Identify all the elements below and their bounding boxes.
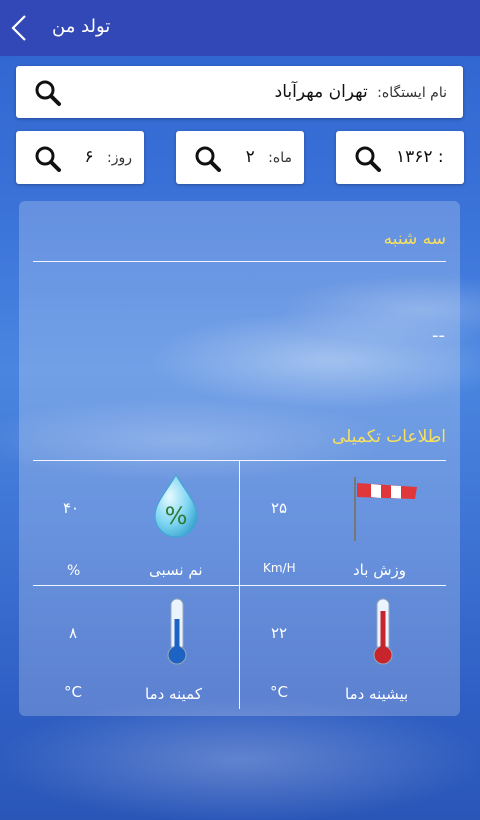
max-temp-value: ۲۲ <box>271 624 288 642</box>
month-value: ۲ <box>245 147 255 167</box>
station-value: تهران مهرآباد <box>274 82 368 102</box>
min-temp-unit: °C <box>64 683 82 701</box>
search-icon[interactable] <box>34 145 62 173</box>
humidity-icon-text: % <box>165 502 188 530</box>
month-field[interactable]: ماه: ۲ <box>176 131 304 184</box>
min-temp-value: ۸ <box>69 624 78 642</box>
weather-summary: -- <box>432 325 445 346</box>
back-button[interactable] <box>4 10 34 46</box>
year-value: ۱۳۶۲ : <box>396 147 444 167</box>
wind-unit: Km/H <box>263 561 296 575</box>
year-text: ۱۳۶۲ : <box>396 147 444 167</box>
max-temp-label: بیشینه دما <box>345 685 409 703</box>
extra-info-title: اطلاعات تکمیلی <box>331 427 446 447</box>
search-icon[interactable] <box>354 145 382 173</box>
app-header: تولد من <box>0 0 480 56</box>
thermometer-cold-icon <box>167 598 187 665</box>
page-title: تولد من <box>52 16 111 37</box>
month-text: ماه: ۲ <box>246 147 292 167</box>
search-icon[interactable] <box>34 79 62 107</box>
thermometer-hot-icon <box>373 598 393 665</box>
humidity-value: ۴۰ <box>63 499 80 517</box>
wind-label: وزش باد <box>353 561 406 579</box>
search-icon[interactable] <box>194 145 222 173</box>
day-text: روز: ۶ <box>84 147 132 167</box>
water-drop-icon: % <box>154 473 198 538</box>
station-text: نام ایستگاه: تهران مهرآباد <box>275 82 447 102</box>
year-field[interactable]: ۱۳۶۲ : <box>336 131 464 184</box>
humidity-unit: % <box>67 563 81 579</box>
min-temp-label: کمینه دما <box>145 685 202 703</box>
day-field[interactable]: روز: ۶ <box>16 131 144 184</box>
station-label: نام ایستگاه: <box>377 85 447 101</box>
chevron-left-icon <box>11 15 26 41</box>
weather-panel: سه شنبه -- اطلاعات تکمیلی ۲۵ Km/H وزش با… <box>19 201 460 716</box>
grid-divider-horizontal <box>33 585 446 586</box>
month-label: ماه: <box>268 150 292 166</box>
windsock-icon <box>354 477 417 541</box>
wind-value: ۲۵ <box>271 499 288 517</box>
station-field[interactable]: نام ایستگاه: تهران مهرآباد <box>16 66 463 118</box>
humidity-label: نم نسبی <box>149 561 203 579</box>
day-label: روز: <box>107 150 132 166</box>
max-temp-unit: °C <box>270 683 288 701</box>
weekday-label: سه شنبه <box>383 229 446 249</box>
day-value: ۶ <box>84 147 94 167</box>
divider <box>33 261 446 262</box>
